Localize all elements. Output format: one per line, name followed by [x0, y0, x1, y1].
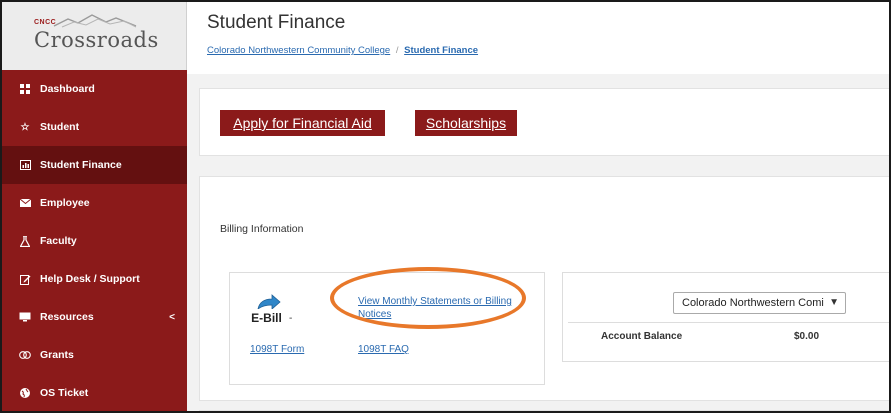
account-balance-card: Colorado Northwestern Comi ▼ Account Bal…: [562, 272, 889, 362]
ebill-icon-text: E-Bill: [251, 311, 282, 325]
sidebar-item-student-finance[interactable]: Student Finance: [2, 146, 187, 184]
breadcrumb-separator: /: [395, 45, 399, 56]
ebill-dash: -: [289, 313, 293, 324]
actions-panel: Apply for Financial Aid Scholarships: [199, 88, 889, 156]
monitor-icon: [18, 312, 32, 322]
sidebar-item-student[interactable]: ☆ Student: [2, 108, 187, 146]
mountains-icon: [53, 14, 137, 28]
sidebar-item-os-ticket[interactable]: OS Ticket: [2, 374, 187, 411]
sidebar-item-resources[interactable]: Resources <: [2, 298, 187, 336]
college-select-value: Colorado Northwestern Comi: [682, 297, 824, 309]
page-title: Student Finance: [207, 12, 346, 33]
sidebar-item-label: OS Ticket: [40, 387, 89, 399]
sidebar-item-label: Grants: [40, 349, 74, 361]
edit-icon: [18, 274, 32, 285]
sidebar-item-help-desk[interactable]: Help Desk / Support: [2, 260, 187, 298]
college-select[interactable]: Colorado Northwestern Comi ▼: [673, 292, 846, 314]
app-frame: CNCC Crossroads Dashboard ☆ Student Stud…: [0, 0, 891, 413]
grid-icon: [18, 84, 32, 94]
billing-panel: Billing Information E-Bill - View Monthl…: [199, 176, 889, 401]
logo[interactable]: CNCC Crossroads: [2, 2, 187, 70]
coins-icon: [18, 350, 32, 360]
sidebar-item-employee[interactable]: Employee: [2, 184, 187, 222]
sidebar-item-label: Student: [40, 121, 80, 133]
sidebar-item-dashboard[interactable]: Dashboard: [2, 70, 187, 108]
envelope-icon: [18, 199, 32, 207]
1098t-form-link[interactable]: 1098T Form: [250, 344, 304, 355]
sidebar-item-label: Employee: [40, 197, 90, 209]
chart-icon: [18, 160, 32, 170]
sidebar-item-label: Help Desk / Support: [40, 273, 140, 285]
divider: [568, 322, 889, 323]
star-icon: ☆: [20, 121, 30, 133]
sidebar-item-label: Faculty: [40, 235, 77, 247]
dropdown-arrow-icon: ▼: [826, 297, 839, 308]
sidebar-item-label: Student Finance: [40, 159, 122, 171]
chevron-left-icon: <: [169, 311, 175, 323]
sidebar-item-faculty[interactable]: Faculty: [2, 222, 187, 260]
logo-title: Crossroads: [34, 28, 159, 52]
breadcrumb-home-link[interactable]: Colorado Northwestern Community College: [207, 45, 390, 56]
globe-icon: [18, 388, 32, 398]
billing-section-label: Billing Information: [220, 223, 304, 235]
sidebar: Dashboard ☆ Student Student Finance Empl…: [2, 70, 187, 411]
sidebar-item-grants[interactable]: Grants: [2, 336, 187, 374]
account-balance-value: $0.00: [794, 331, 820, 342]
1098t-faq-link[interactable]: 1098T FAQ: [358, 344, 409, 355]
highlight-oval-annotation: [330, 267, 526, 329]
sidebar-item-label: Dashboard: [40, 83, 95, 95]
ebill-icon[interactable]: E-Bill: [250, 292, 284, 326]
scholarships-button[interactable]: Scholarships: [415, 110, 517, 136]
flask-icon: [18, 235, 32, 247]
breadcrumb-current[interactable]: Student Finance: [404, 45, 478, 56]
sidebar-item-label: Resources: [40, 311, 94, 323]
breadcrumb: Colorado Northwestern Community College …: [207, 45, 478, 56]
account-balance-label: Account Balance: [601, 331, 683, 342]
apply-financial-aid-button[interactable]: Apply for Financial Aid: [220, 110, 385, 136]
